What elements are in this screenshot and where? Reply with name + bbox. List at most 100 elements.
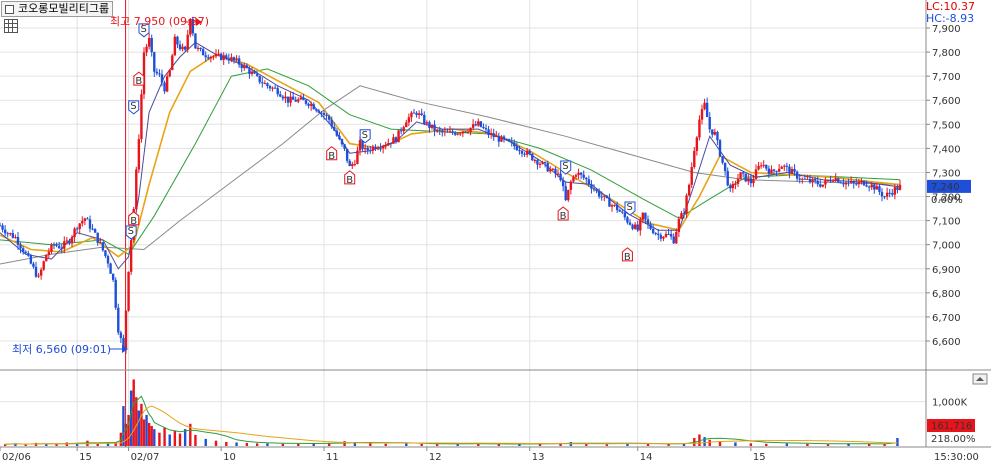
candle-body: [83, 218, 87, 221]
candle-body: [672, 236, 675, 244]
candle-body: [515, 146, 519, 151]
volume-bar: [145, 414, 148, 446]
volume-bar: [132, 379, 135, 446]
candle-body: [860, 180, 863, 182]
candle-body: [559, 173, 562, 181]
buy-signal[interactable]: B: [344, 170, 356, 186]
candle-body: [315, 109, 318, 111]
candle-body: [230, 57, 233, 61]
candle-body: [160, 74, 164, 83]
candle-body: [199, 47, 202, 50]
stock-chart-window: SBSBSBBSSBSB 7,900 7,800 7,700 7,600 7,500 7,…: [0, 0, 991, 466]
candle-body: [484, 128, 488, 130]
candle-body: [335, 130, 339, 136]
candle-body: [675, 231, 678, 244]
candle-body: [842, 183, 845, 185]
stock-name: 코오롱모빌리티그룹: [18, 2, 110, 15]
candle-body: [495, 136, 498, 138]
candle-body: [345, 148, 349, 161]
candle-body: [448, 131, 452, 133]
candle-body: [705, 102, 709, 118]
candle-body: [896, 187, 899, 190]
candle-body: [646, 219, 650, 225]
volume-bar: [765, 443, 768, 446]
volume-bar: [122, 406, 125, 446]
time-tick-label: 15: [79, 452, 92, 463]
candle-body: [574, 175, 578, 177]
candle-body: [392, 137, 395, 144]
candle-body: [608, 197, 611, 207]
candle-body: [6, 233, 9, 235]
buy-signal[interactable]: B: [326, 146, 338, 162]
buy-signal[interactable]: B: [557, 206, 569, 222]
candle-body: [685, 195, 688, 214]
candle-body: [641, 212, 645, 220]
candle-body: [819, 184, 822, 187]
candle-body: [489, 133, 493, 135]
candle-body: [348, 160, 351, 167]
candle-body: [217, 53, 220, 55]
time-tick-label: 15:30:00: [934, 452, 979, 463]
stock-selector[interactable]: 코오롱모빌리티그룹: [1, 1, 114, 17]
candle-body: [399, 130, 403, 132]
candle-body: [227, 58, 231, 61]
candle-body: [158, 73, 161, 75]
candle-body: [528, 150, 531, 154]
candle-body: [289, 96, 292, 103]
candle-body: [209, 56, 213, 59]
candle-body: [880, 191, 884, 197]
volume-bar: [150, 426, 153, 446]
candle-body: [165, 76, 169, 92]
candle-body: [212, 56, 215, 58]
low-annotation: 최저 6,560 (09:01): [12, 343, 128, 356]
candle-body: [317, 110, 321, 113]
price-tick-label: 6,600: [932, 337, 961, 348]
resize-icon[interactable]: [972, 373, 988, 385]
volume-bar: [785, 443, 789, 446]
candle-body: [140, 94, 143, 140]
candle-body: [389, 143, 393, 145]
price-volume-chart[interactable]: SBSBSBBSSBSB 7,9007,8007,7007,6007,5007,…: [0, 0, 991, 466]
buy-signal[interactable]: B: [133, 71, 145, 87]
volume-bar: [297, 443, 300, 446]
volume-bar: [667, 444, 670, 446]
candle-body: [780, 166, 783, 169]
candle-body: [492, 133, 495, 138]
volume-bar: [158, 432, 161, 446]
candle-body: [52, 244, 56, 246]
candle-body: [695, 137, 699, 151]
candle-body: [81, 220, 84, 224]
candle-body: [356, 150, 359, 164]
buy-signal[interactable]: B: [621, 247, 633, 263]
candle-body: [682, 213, 686, 215]
candle-body: [579, 172, 583, 175]
candle-body: [636, 224, 639, 231]
volume-axis: 1,000K: [932, 398, 968, 409]
candle-body: [178, 44, 182, 50]
candle-body: [572, 176, 575, 182]
candle-body: [554, 168, 557, 174]
candle-body: [893, 187, 897, 195]
volume-bar: [183, 429, 187, 446]
checkbox-icon[interactable]: [5, 5, 14, 14]
candle-body: [343, 144, 346, 149]
candle-body: [873, 184, 876, 190]
candle-body: [497, 136, 501, 142]
time-tick-label: 02/07: [131, 452, 160, 463]
candle-body: [654, 233, 657, 235]
candle-body: [266, 83, 269, 87]
candle-body: [55, 244, 58, 246]
candle-body: [24, 251, 27, 254]
grid-toggle-icon[interactable]: [4, 19, 18, 33]
price-tick-label: 7,600: [932, 96, 961, 107]
candle-body: [330, 119, 333, 127]
candle-body: [669, 234, 673, 237]
candle-body: [327, 115, 331, 120]
candle-body: [394, 137, 398, 143]
sell-signal-label: S: [128, 226, 134, 237]
candle-body: [263, 83, 267, 85]
buy-signal[interactable]: B: [128, 211, 140, 227]
candle-body: [811, 179, 814, 183]
time-tick-label: 14: [640, 452, 653, 463]
candle-body: [813, 179, 817, 181]
